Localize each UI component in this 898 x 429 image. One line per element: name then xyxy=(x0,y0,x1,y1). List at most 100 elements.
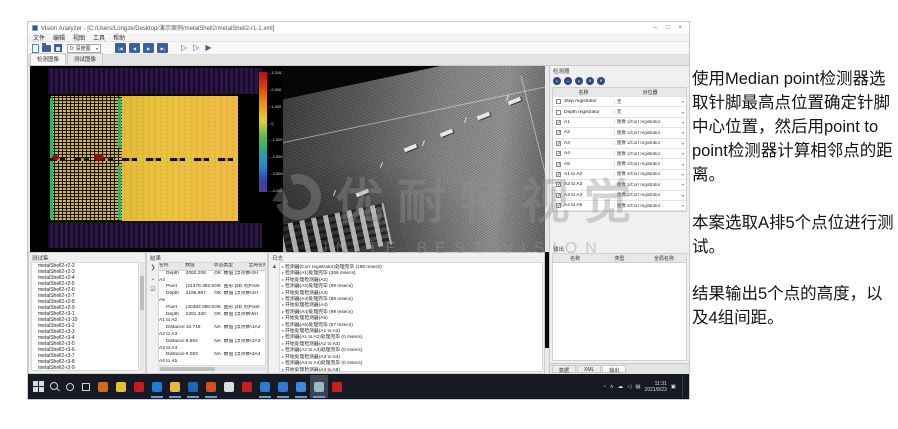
taskbar-app-icon[interactable] xyxy=(112,375,130,398)
new-file-icon[interactable] xyxy=(32,44,39,53)
tray-icon[interactable]: ▤ xyxy=(635,384,640,390)
panel-tab[interactable]: 输出 xyxy=(602,365,626,373)
cortana-icon[interactable] xyxy=(62,379,78,395)
detector-checkbox[interactable] xyxy=(556,151,561,156)
detector-checkbox[interactable] xyxy=(556,182,561,187)
menu-item[interactable]: 文件 xyxy=(33,33,45,42)
tray-icon[interactable]: ☁ xyxy=(618,384,624,390)
taskbar-app-icon[interactable] xyxy=(130,375,148,398)
taskbar-app-icon[interactable] xyxy=(328,375,346,398)
registrator-select[interactable]: 图像 1/Corr registrator xyxy=(614,182,686,188)
show-desktop-button[interactable] xyxy=(682,375,685,398)
detector-row[interactable]: A1 to A2 图像 1/Corr registrator xyxy=(553,170,686,180)
tray-icon[interactable]: ◁ xyxy=(627,384,631,390)
detector-action-button[interactable]: ∧ xyxy=(586,77,594,85)
image-view-select[interactable]: 0: 深度图 ▾ xyxy=(67,44,101,53)
results-table-row[interactable]: A2 to A3 xyxy=(159,332,265,339)
results-table-row[interactable]: A1 to A2 xyxy=(159,318,265,325)
results-table[interactable]: 名称 数值 状态 类型 全局名称 Depth 2062.208 OK xyxy=(158,262,266,366)
results-table-row[interactable]: Depth 2281.320 OK 数值 [浮点数] A5H xyxy=(159,312,265,319)
registrator-select[interactable]: 图像 1/Corr registrator xyxy=(614,161,686,167)
test-list-scrollbar[interactable] xyxy=(140,262,144,371)
detector-row[interactable]: A5 图像 1/Corr registrator xyxy=(553,159,686,169)
registrator-select[interactable]: 图像 1/Corr registrator xyxy=(614,203,686,209)
menu-item[interactable]: 帮助 xyxy=(113,33,125,42)
nav-button[interactable]: ▶ xyxy=(143,43,154,53)
tray-icon[interactable]: ∧ xyxy=(610,384,614,390)
panel-tab[interactable]: XML xyxy=(577,365,601,373)
open-folder-icon[interactable] xyxy=(42,45,51,52)
results-table-row[interactable]: Depth 2062.208 OK 数值 [浮点数] A3H xyxy=(159,271,265,278)
detector-checkbox[interactable] xyxy=(556,141,561,146)
registrator-select[interactable]: 无 xyxy=(614,99,686,105)
registrator-select[interactable]: 图像 1/Corr registrator xyxy=(614,151,686,157)
detector-action-button[interactable]: ∨ xyxy=(597,77,605,85)
taskbar-app-icon[interactable] xyxy=(256,375,274,398)
detector-row[interactable]: Depth registrator 无 xyxy=(553,107,686,117)
detector-checkbox[interactable] xyxy=(556,120,561,125)
run-button[interactable]: ▷ xyxy=(181,43,187,53)
image-tab[interactable]: 检测图像 xyxy=(30,53,66,65)
test-list[interactable]: metalShell2-r2-2metalShell2-r2-3metalShe… xyxy=(31,262,139,371)
nav-button[interactable]: |◀ xyxy=(115,43,126,53)
detector-row[interactable]: A1 图像 1/Corr registrator xyxy=(553,118,686,128)
task-view-icon[interactable] xyxy=(78,379,94,395)
registrator-select[interactable]: 图像 1/Corr registrator xyxy=(614,140,686,146)
detector-row[interactable]: A4 to A5 图像 1/Corr registrator xyxy=(553,201,686,211)
detector-checkbox[interactable] xyxy=(556,130,561,135)
detector-checkbox[interactable] xyxy=(556,203,561,208)
menu-item[interactable]: 工具 xyxy=(93,33,105,42)
test-list-item[interactable]: metalShell2-r3-9 xyxy=(32,365,138,371)
taskbar-app-icon[interactable] xyxy=(148,375,166,398)
nav-button[interactable]: ▶| xyxy=(157,43,168,53)
panel-tab[interactable]: 数据 xyxy=(552,365,576,373)
registrator-select[interactable]: 无 xyxy=(614,109,686,115)
detector-row[interactable]: A2 图像 1/Corr registrator xyxy=(553,128,686,138)
registrator-select[interactable]: 图像 1/Corr registrator xyxy=(614,192,686,198)
taskbar-app-icon[interactable] xyxy=(184,375,202,398)
start-button[interactable] xyxy=(30,379,46,395)
results-table-row[interactable]: Point (30382.080,51... OK 图形 [3D 点] Poin… xyxy=(159,305,265,312)
pointcloud-3d-view[interactable] xyxy=(283,66,545,252)
export-icon[interactable]: ⌄ xyxy=(150,275,155,282)
detector-checkbox[interactable] xyxy=(556,110,561,115)
detector-row[interactable]: A3 图像 1/Corr registrator xyxy=(553,139,686,149)
results-table-row[interactable]: A3 to A4 xyxy=(159,346,265,353)
taskbar-app-icon[interactable] xyxy=(166,375,184,398)
nav-button[interactable]: ◀ xyxy=(129,43,140,53)
results-hscrollbar[interactable] xyxy=(158,367,266,371)
taskbar-clock[interactable]: 11:31 2021/8/23 xyxy=(645,381,667,393)
taskbar-app-icon[interactable] xyxy=(310,375,328,398)
detector-row[interactable]: A4 图像 1/Corr registrator xyxy=(553,149,686,159)
results-table-row[interactable]: A4 xyxy=(159,278,265,285)
detector-checkbox[interactable] xyxy=(556,172,561,177)
results-table-row[interactable]: Distance 8.864 NA 数值 [浮点数] A2A3 xyxy=(159,339,265,346)
taskbar-app-icon[interactable] xyxy=(220,375,238,398)
minimize-button[interactable]: – xyxy=(654,25,657,31)
taskbar-app-icon[interactable] xyxy=(292,375,310,398)
menu-item[interactable]: 视图 xyxy=(73,33,85,42)
results-table-row[interactable]: A4 to A5 xyxy=(159,359,265,366)
detector-checkbox[interactable] xyxy=(556,162,561,167)
run-button[interactable]: ▶ xyxy=(205,43,211,53)
detector-row[interactable]: A3 to A4 图像 1/Corr registrator xyxy=(553,191,686,201)
registrator-select[interactable]: 图像 1/Corr registrator xyxy=(614,130,686,136)
maximize-button[interactable]: □ xyxy=(666,25,670,31)
tray-icon[interactable]: ▫ xyxy=(604,384,606,390)
taskbar-app-icon[interactable] xyxy=(274,375,292,398)
detector-action-button[interactable]: + xyxy=(553,77,561,85)
registrator-select[interactable]: 图像 1/Corr registrator xyxy=(614,119,686,125)
taskbar-app-icon[interactable] xyxy=(238,375,256,398)
search-icon[interactable] xyxy=(46,379,62,395)
save-icon[interactable] xyxy=(54,44,62,52)
run-button[interactable]: ▷ xyxy=(193,43,199,53)
log-list[interactable]: 检测器(Corr registrator)处理完毕 (156 msecs)检测器… xyxy=(279,262,543,372)
menu-item[interactable]: 编辑 xyxy=(53,33,65,42)
expand-icon[interactable]: ❯ xyxy=(150,264,155,271)
detector-row[interactable]: A2 to A3 图像 1/Corr registrator xyxy=(553,180,686,190)
log-filter-icon[interactable]: ▲ xyxy=(272,264,278,372)
detector-row[interactable]: Step registrator 无 xyxy=(553,97,686,107)
select-all-icon[interactable]: ☑ xyxy=(150,286,155,293)
registrator-select[interactable]: 图像 1/Corr registrator xyxy=(614,171,686,177)
taskbar-app-icon[interactable] xyxy=(94,375,112,398)
